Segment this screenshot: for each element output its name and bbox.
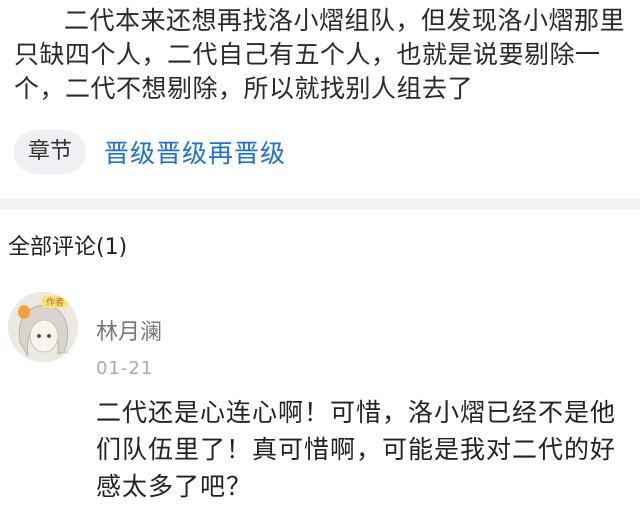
comment-username[interactable]: 林月澜 bbox=[96, 314, 162, 346]
avatar[interactable]: 作者 bbox=[8, 292, 78, 362]
avatar-badge: 作者 bbox=[46, 296, 64, 308]
article-paragraph: 二代本来还想再找洛小熠组队，但发现洛小熠那里只缺四个人，二代自己有五个人，也就是… bbox=[14, 6, 626, 103]
comments-title: 全部评论(1) bbox=[8, 235, 128, 260]
chapter-link[interactable]: 晋级晋级再晋级 bbox=[104, 134, 286, 170]
comment-text: 二代还是心连心啊！可惜，洛小熠已经不是他们队伍里了！真可惜啊，可能是我对二代的好… bbox=[96, 398, 617, 501]
chapter-tag: 章节 bbox=[14, 130, 87, 174]
page: 二代本来还想再找洛小熠组队，但发现洛小熠那里只缺四个人，二代自己有五个人，也就是… bbox=[0, 0, 640, 521]
avatar-image: 作者 bbox=[8, 292, 78, 362]
comment-date: 01-21 bbox=[96, 358, 154, 379]
chapter-row: 章节 晋级晋级再晋级 bbox=[14, 130, 286, 174]
section-divider bbox=[0, 198, 640, 210]
